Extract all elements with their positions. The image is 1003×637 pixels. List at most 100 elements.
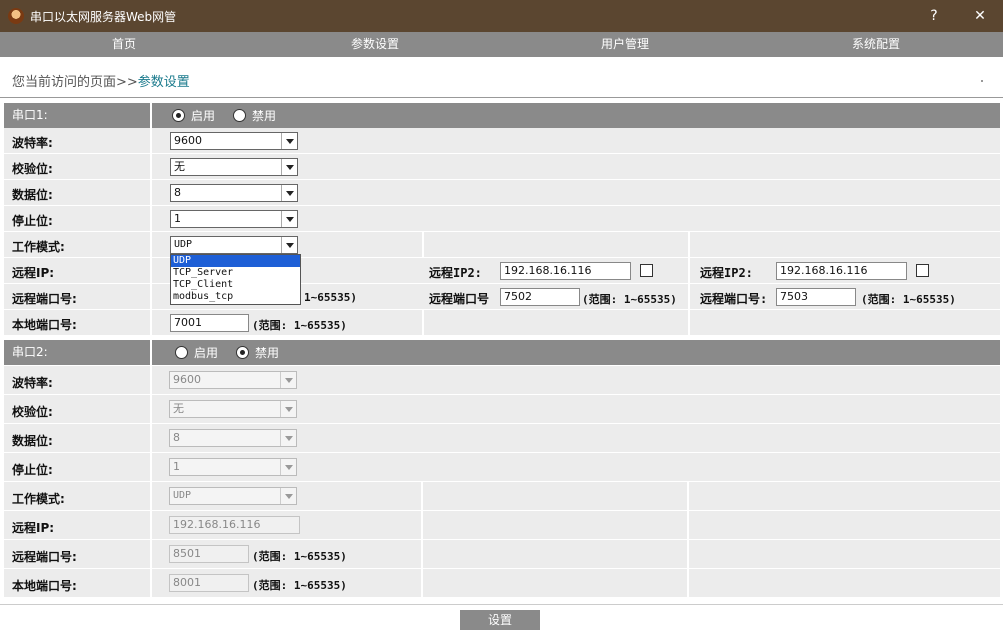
local-port-label: 本地端口号: — [12, 318, 77, 332]
serial2-enable-radio[interactable] — [175, 346, 188, 359]
parity-label: 校验位: — [12, 162, 53, 176]
serial2-remote-ip-row: 远程IP: 192.168.16.116 — [4, 511, 1000, 540]
cell-separator — [421, 540, 423, 569]
chevron-down-icon — [281, 211, 297, 227]
close-button[interactable]: ✕ — [957, 0, 1003, 32]
cell-separator — [150, 154, 152, 180]
cell-separator — [687, 482, 689, 511]
chevron-down-icon — [280, 430, 296, 446]
remote-ip-label: 远程IP: — [12, 521, 55, 535]
remote-port-range: 1~65535) — [304, 291, 357, 304]
cell-separator — [150, 540, 152, 569]
mode-dropdown-list: UDP TCP_Server TCP_Client modbus_tcp — [170, 254, 301, 305]
serial2-radio-group: 启用 禁用 — [175, 340, 297, 365]
remote2-port-range: (范围: 1~65535) — [582, 293, 677, 306]
stopbits-value: 1 — [173, 460, 180, 473]
baud-value: 9600 — [173, 373, 201, 386]
databits-value: 8 — [174, 186, 181, 199]
cell-separator — [150, 258, 152, 284]
submit-button[interactable]: 设置 — [460, 610, 540, 630]
serial1-mode-select[interactable]: UDP — [170, 236, 298, 254]
parity-label: 校验位: — [12, 405, 53, 419]
serial1-stopbits-select[interactable]: 1 — [170, 210, 298, 228]
cell-separator — [421, 511, 423, 540]
mode-option-modbus-tcp[interactable]: modbus_tcp — [171, 291, 300, 303]
mode-option-tcp-server[interactable]: TCP_Server — [171, 267, 300, 279]
serial1-parity-select[interactable]: 无 — [170, 158, 298, 176]
serial1-mode-row: 工作模式: UDP — [4, 232, 1000, 258]
serial1-databits-row: 数据位: 8 — [4, 180, 1000, 206]
parity-value: 无 — [173, 402, 184, 415]
serial1-radio-group: 启用 禁用 — [172, 103, 294, 128]
serial1-remote-port-row: 远程端口号: 1~65535) 远程端口号 7502 (范围: 1~65535)… — [4, 284, 1000, 310]
baud-label: 波特率: — [12, 376, 53, 390]
chevron-down-icon — [280, 459, 296, 475]
breadcrumb-current[interactable]: 参数设置 — [138, 75, 190, 90]
app-icon — [8, 8, 24, 24]
mode-option-udp[interactable]: UDP — [171, 255, 300, 267]
remote2-port-label: 远程端口号 — [429, 292, 490, 306]
cell-separator — [687, 540, 689, 569]
remote3-port-input[interactable]: 7503 — [776, 288, 856, 306]
nav-item-params[interactable]: 参数设置 — [351, 32, 399, 57]
serial2-remote-port-row: 远程端口号: 8501 (范围: 1~65535) — [4, 540, 1000, 569]
serial1-enable-radio[interactable] — [172, 109, 185, 122]
mode-option-tcp-client[interactable]: TCP_Client — [171, 279, 300, 291]
nav-item-users[interactable]: 用户管理 — [601, 32, 649, 57]
remote3-port-range: (范围: 1~65535) — [861, 293, 956, 306]
remote2-port-input[interactable]: 7502 — [500, 288, 580, 306]
mode-value: UDP — [173, 490, 192, 501]
window-title: 串口以太网服务器Web网管 — [30, 9, 177, 24]
remote-port-range: (范围: 1~65535) — [252, 550, 347, 563]
serial2-disable-label: 禁用 — [255, 346, 280, 360]
serial2-local-port-input[interactable]: 8001 — [169, 574, 249, 592]
parity-value: 无 — [174, 160, 185, 173]
serial2-databits-select[interactable]: 8 — [169, 429, 297, 447]
cell-separator — [422, 310, 424, 336]
serial2-remote-port-input[interactable]: 8501 — [169, 545, 249, 563]
serial1-local-port-input[interactable]: 7001 — [170, 314, 249, 332]
breadcrumb-prefix: 您当前访问的页面>> — [12, 75, 138, 90]
help-button[interactable]: ? — [911, 0, 957, 32]
nav-item-system[interactable]: 系统配置 — [852, 32, 900, 57]
divider — [0, 97, 1003, 98]
serial2-parity-select[interactable]: 无 — [169, 400, 297, 418]
decorative-dot — [981, 80, 983, 82]
serial1-disable-radio[interactable] — [233, 109, 247, 122]
baud-label: 波特率: — [12, 136, 53, 150]
remote3-ip-input[interactable]: 192.168.16.116 — [776, 262, 907, 280]
remote3-checkbox[interactable] — [916, 264, 929, 277]
cell-separator — [150, 206, 152, 232]
serial1-baud-select[interactable]: 9600 — [170, 132, 298, 150]
serial1-local-port-row: 本地端口号: 7001 (范围: 1~65535) — [4, 310, 1000, 336]
local-port-label: 本地端口号: — [12, 579, 77, 593]
title-bar: 串口以太网服务器Web网管 ? ✕ — [0, 0, 1003, 32]
nav-item-home[interactable]: 首页 — [112, 32, 136, 57]
cell-separator — [150, 310, 152, 336]
serial1-parity-row: 校验位: 无 — [4, 154, 1000, 180]
chevron-down-icon — [281, 237, 297, 253]
serial2-baud-select[interactable]: 9600 — [169, 371, 297, 389]
chevron-down-icon — [281, 133, 297, 149]
serial2-remote-ip-input[interactable]: 192.168.16.116 — [169, 516, 300, 534]
cell-separator — [150, 284, 152, 310]
serial2-stopbits-select[interactable]: 1 — [169, 458, 297, 476]
cell-separator — [687, 569, 689, 598]
cell-separator — [150, 453, 152, 482]
serial2-local-port-row: 本地端口号: 8001 (范围: 1~65535) — [4, 569, 1000, 598]
serial2-baud-row: 波特率: 9600 — [4, 366, 1000, 395]
remote2-ip-input[interactable]: 192.168.16.116 — [500, 262, 631, 280]
databits-label: 数据位: — [12, 188, 53, 202]
serial1-title: 串口1: — [12, 108, 48, 122]
serial2-mode-select[interactable]: UDP — [169, 487, 297, 505]
serial2-disable-radio[interactable] — [236, 346, 250, 359]
remote-port-label: 远程端口号: — [12, 550, 77, 564]
remote-ip-label: 远程IP: — [12, 266, 55, 280]
mode-label: 工作模式: — [12, 240, 65, 254]
stopbits-label: 停止位: — [12, 214, 53, 228]
serial1-databits-select[interactable]: 8 — [170, 184, 298, 202]
cell-separator — [421, 482, 423, 511]
breadcrumb: 您当前访问的页面>>参数设置 — [12, 71, 190, 90]
chevron-down-icon — [281, 185, 297, 201]
remote2-checkbox[interactable] — [640, 264, 653, 277]
